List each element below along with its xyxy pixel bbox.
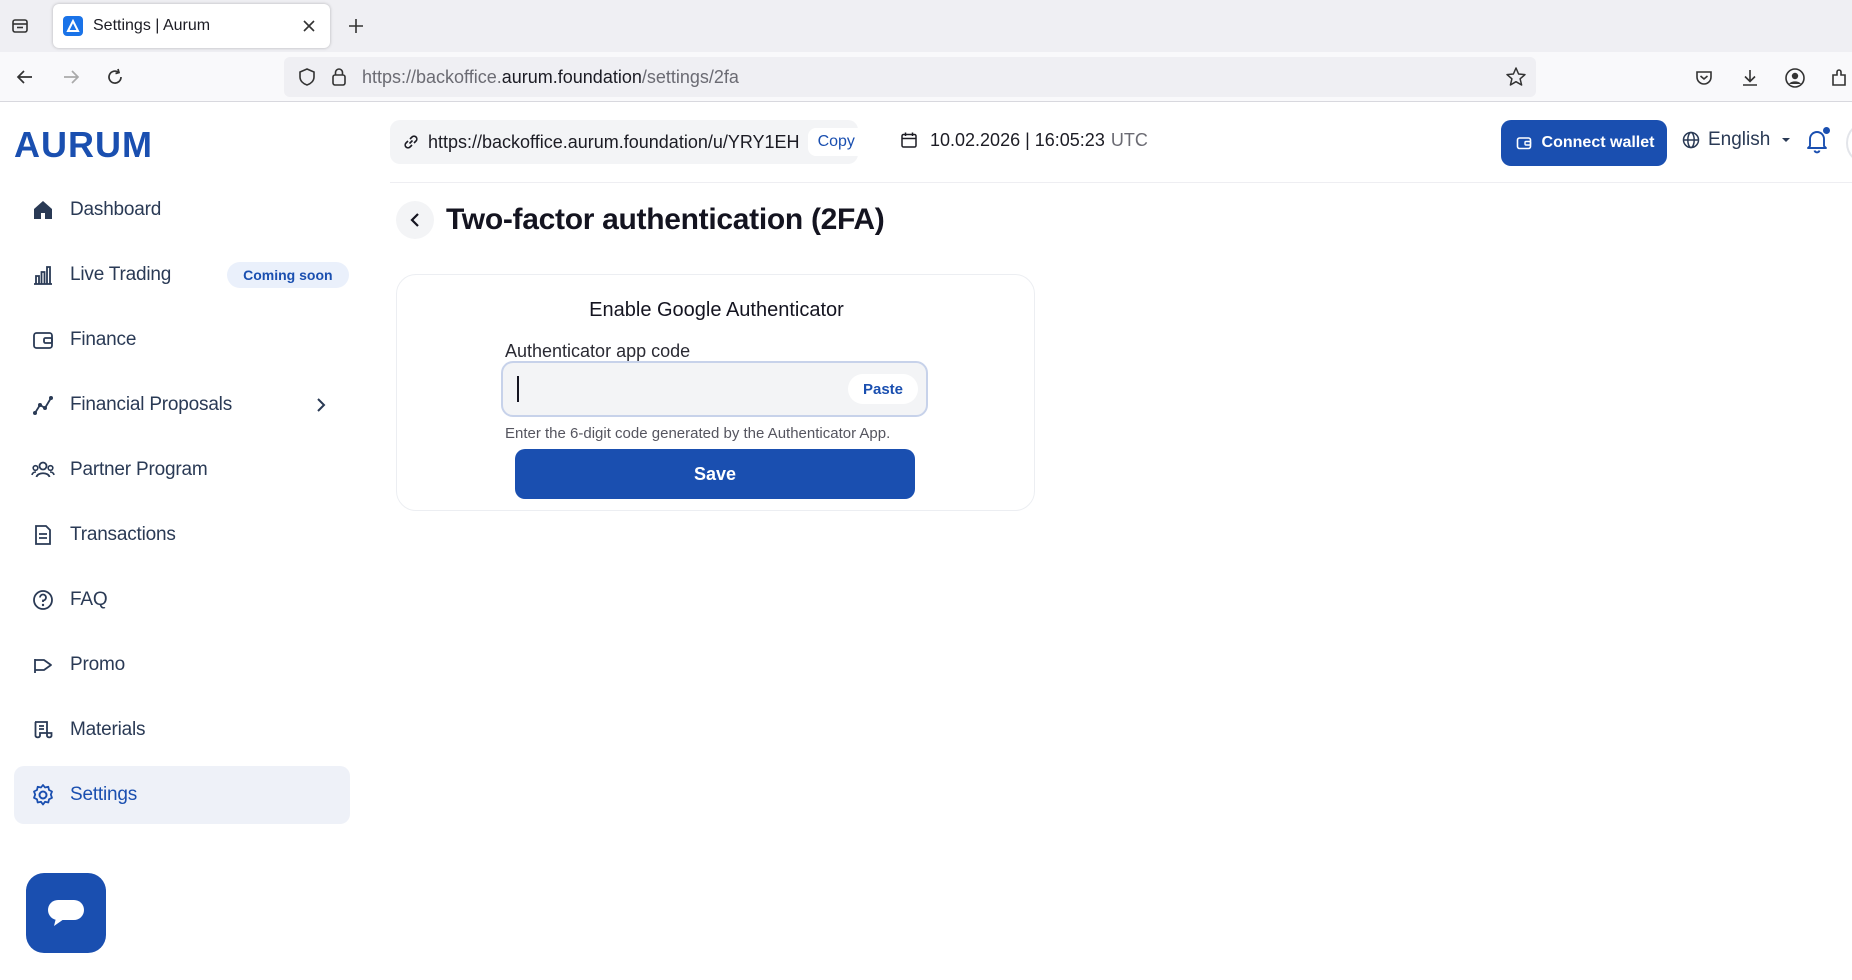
datetime-value: 10.02.2026 | 16:05:23 (930, 129, 1105, 150)
sidebar-item-label: Materials (70, 719, 146, 740)
bookmark-star-icon[interactable] (1496, 57, 1536, 97)
link-icon (402, 131, 420, 153)
sidebar-item-label: FAQ (70, 589, 108, 610)
copy-button[interactable]: Copy (807, 128, 865, 156)
close-tab-icon[interactable] (298, 15, 320, 37)
reload-icon[interactable] (102, 64, 128, 90)
sidebar-item-materials[interactable]: Materials (14, 701, 350, 759)
aurum-logo[interactable]: AURUM (14, 127, 204, 161)
url-prefix: https://backoffice. (362, 66, 502, 87)
sidebar-item-financial-proposals[interactable]: Financial Proposals (14, 376, 350, 434)
calendar-icon (898, 129, 920, 151)
url-text[interactable]: https://backoffice.aurum.foundation/sett… (362, 67, 1496, 88)
sidebar-item-faq[interactable]: FAQ (14, 571, 350, 629)
wallet-icon (1514, 133, 1534, 153)
sidebar-item-label: Settings (70, 784, 138, 805)
support-chat-button[interactable] (26, 873, 106, 953)
server-datetime: 10.02.2026 | 16:05:23 UTC (898, 129, 1148, 151)
language-selector[interactable]: English (1680, 129, 1794, 151)
save-button[interactable]: Save (515, 449, 915, 499)
globe-icon (1680, 129, 1702, 151)
sidebar-item-label: Live Trading (70, 264, 172, 285)
connect-wallet-button[interactable]: Connect wallet (1501, 120, 1667, 166)
coming-soon-badge: Coming soon (227, 262, 349, 288)
browser-tab-settings[interactable]: Settings | Aurum (53, 4, 330, 48)
new-tab-icon[interactable] (344, 14, 368, 38)
home-icon (30, 197, 56, 223)
authenticator-code-field[interactable]: Paste (501, 361, 928, 417)
authenticator-code-input[interactable] (517, 363, 837, 415)
document-icon (30, 522, 56, 548)
sidebar-item-label: Financial Proposals (70, 394, 233, 415)
sidebar-item-label: Promo (70, 654, 125, 675)
referral-link-box: https://backoffice.aurum.foundation/u/YR… (390, 120, 865, 164)
aurum-favicon-icon (63, 16, 83, 36)
sidebar-item-settings[interactable]: Settings (14, 766, 350, 824)
line-chart-icon (30, 392, 56, 418)
scroll-icon (30, 717, 56, 743)
account-icon[interactable] (1781, 64, 1809, 92)
pocket-icon[interactable] (1690, 64, 1718, 92)
page-title: Two-factor authentication (2FA) (446, 203, 885, 236)
app-header: https://backoffice.aurum.foundation/u/YR… (390, 103, 1852, 183)
sidebar-item-transactions[interactable]: Transactions (14, 506, 350, 564)
sidebar-item-label: Transactions (70, 524, 176, 545)
sidebar-item-partner-program[interactable]: Partner Program (14, 441, 350, 499)
url-bar[interactable]: https://backoffice.aurum.foundation/sett… (284, 57, 1536, 97)
wallet-icon (30, 327, 56, 353)
lock-icon[interactable] (326, 64, 352, 90)
tab-title: Settings | Aurum (93, 17, 211, 34)
page-heading: Two-factor authentication (2FA) (396, 201, 885, 239)
users-icon (30, 457, 56, 483)
url-host: aurum.foundation (501, 66, 642, 87)
code-hint: Enter the 6-digit code generated by the … (505, 425, 891, 442)
notification-dot (1823, 127, 1830, 134)
tab-list-icon[interactable] (8, 14, 32, 38)
caret-down-icon (1778, 132, 1794, 148)
chevron-left-icon (410, 213, 419, 227)
bar-chart-icon (30, 262, 56, 288)
megaphone-icon (30, 652, 56, 678)
browser-nav-bar: https://backoffice.aurum.foundation/sett… (0, 52, 1852, 102)
chat-bubble-icon (48, 900, 84, 926)
back-arrow-icon[interactable] (12, 64, 38, 90)
referral-url: https://backoffice.aurum.foundation/u/YR… (428, 131, 800, 152)
sidebar-item-promo[interactable]: Promo (14, 636, 350, 694)
help-circle-icon (30, 587, 56, 613)
text-caret (517, 376, 519, 402)
app-root: AURUM Dashboard Live Trading Coming soon… (0, 103, 1852, 980)
browser-tab-bar: Settings | Aurum (0, 0, 1852, 52)
sidebar-item-live-trading[interactable]: Live Trading Coming soon (14, 246, 350, 304)
notifications-bell-icon[interactable] (1802, 126, 1832, 156)
paste-button[interactable]: Paste (848, 374, 918, 404)
enable-2fa-card: Enable Google Authenticator Authenticato… (396, 274, 1035, 511)
sidebar-item-finance[interactable]: Finance (14, 311, 350, 369)
back-button[interactable] (396, 201, 434, 239)
authenticator-code-label: Authenticator app code (505, 341, 691, 361)
logo-text: AURUM (14, 127, 153, 161)
sidebar-item-label: Partner Program (70, 459, 208, 480)
user-avatar[interactable] (1846, 121, 1852, 165)
forward-arrow-icon[interactable] (58, 64, 84, 90)
gear-icon (30, 782, 56, 808)
extensions-icon[interactable] (1826, 64, 1852, 92)
timezone-label: UTC (1110, 129, 1148, 150)
url-path: /settings/2fa (641, 66, 739, 87)
sidebar: Dashboard Live Trading Coming soon Finan… (14, 181, 350, 831)
download-icon[interactable] (1736, 64, 1764, 92)
chevron-right-icon[interactable] (308, 392, 334, 418)
language-label: English (1708, 129, 1771, 150)
card-title: Enable Google Authenticator (589, 299, 844, 321)
connect-wallet-label: Connect wallet (1541, 134, 1655, 151)
shield-icon[interactable] (294, 64, 320, 90)
sidebar-item-dashboard[interactable]: Dashboard (14, 181, 350, 239)
sidebar-item-label: Dashboard (70, 199, 162, 220)
sidebar-item-label: Finance (70, 329, 137, 350)
